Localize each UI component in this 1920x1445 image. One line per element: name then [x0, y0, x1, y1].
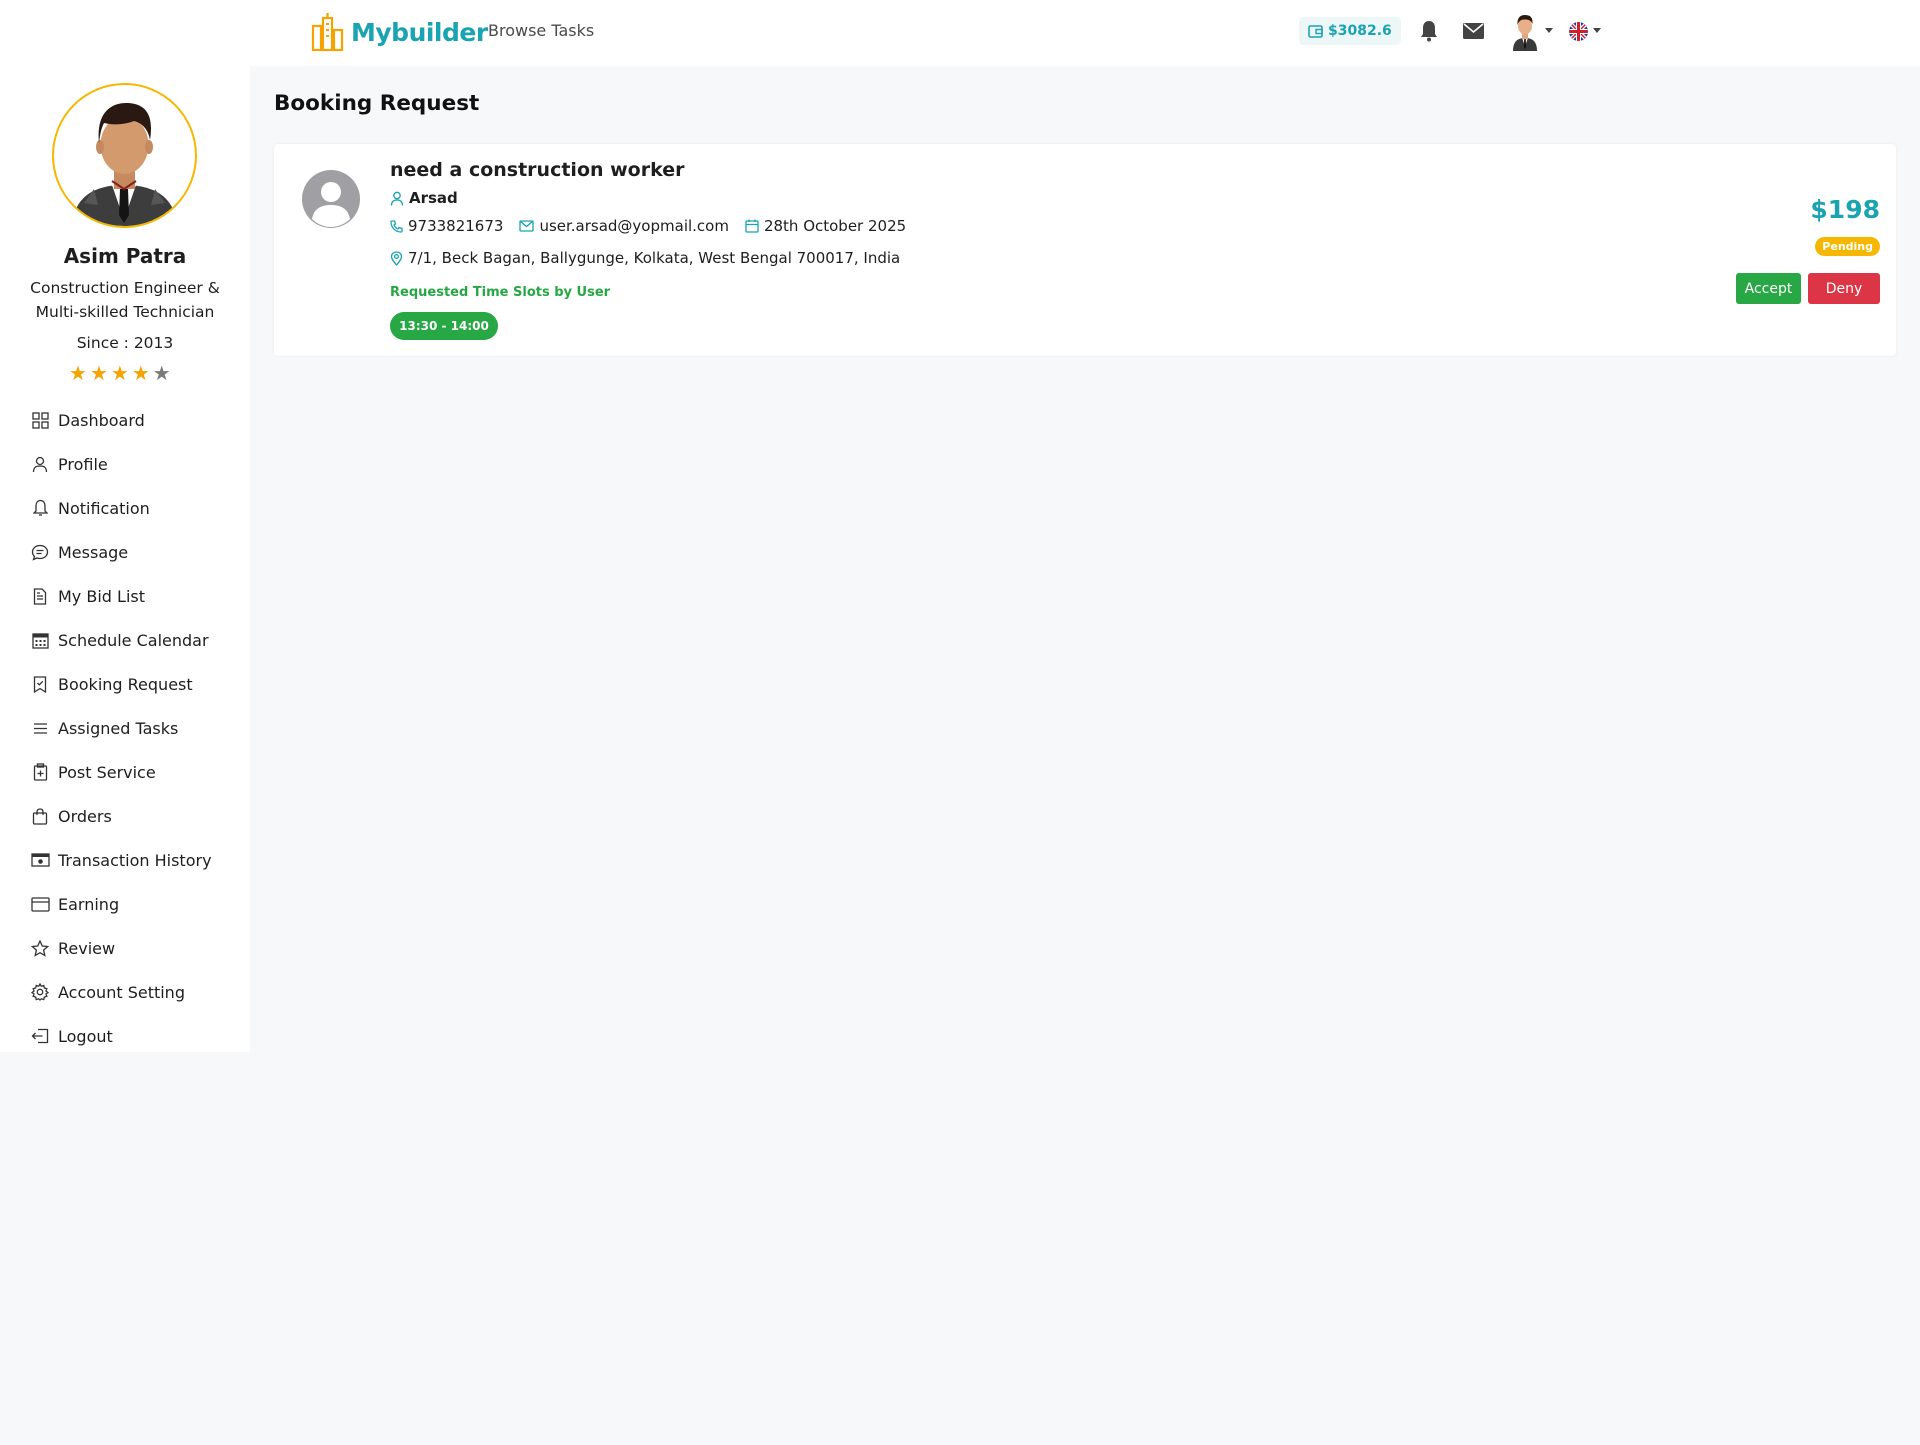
sidebar-item-assigned-tasks[interactable]: Assigned Tasks — [30, 706, 230, 750]
user-placeholder-avatar — [302, 170, 360, 228]
email-address: user.arsad@yopmail.com — [539, 217, 729, 235]
sidebar-item-label: Message — [58, 542, 129, 562]
chat-icon — [30, 542, 50, 562]
sidebar-item-label: Booking Request — [58, 674, 193, 694]
profile-title: Construction Engineer & Multi-skilled Te… — [30, 279, 220, 321]
sidebar-item-label: Notification — [58, 498, 150, 518]
sidebar-item-label: Dashboard — [58, 410, 145, 430]
deny-button[interactable]: Deny — [1808, 273, 1880, 304]
dashboard-icon — [30, 410, 50, 430]
wallet-icon — [1308, 24, 1323, 38]
accept-button[interactable]: Accept — [1736, 273, 1801, 304]
sidebar: Asim Patra Construction Engineer & Multi… — [0, 66, 250, 1052]
wallet-balance: $3082.6 — [1328, 23, 1392, 39]
sidebar-item-label: Schedule Calendar — [58, 630, 209, 650]
sidebar-item-label: Review — [58, 938, 116, 958]
contact-row: 9733821673 user.arsad@yopmail.com 28th O… — [390, 217, 906, 235]
brand-name: Mybuilder — [351, 17, 488, 47]
rating-star-icon: ★ — [131, 361, 150, 385]
sidebar-menu: Dashboard Profile Notification Message M… — [30, 398, 230, 1058]
rating-star-icon: ★ — [110, 361, 129, 385]
sidebar-item-earning[interactable]: Earning — [30, 882, 230, 926]
calendar-icon — [745, 219, 759, 233]
sidebar-item-label: Assigned Tasks — [58, 718, 179, 738]
sidebar-item-orders[interactable]: Orders — [30, 794, 230, 838]
job-title: need a construction worker — [390, 159, 685, 181]
logout-icon — [30, 1026, 50, 1046]
sidebar-item-label: Logout — [58, 1026, 113, 1046]
address-row: 7/1, Beck Bagan, Ballygunge, Kolkata, We… — [390, 249, 900, 267]
star-icon — [30, 938, 50, 958]
top-navbar: Mybuilder Browse Tasks $3082.6 — [0, 0, 1920, 66]
time-slot-pill: 13:30 - 14:00 — [390, 312, 498, 340]
phone-number: 9733821673 — [408, 217, 504, 235]
bookmark-icon — [30, 674, 50, 694]
sidebar-item-dashboard[interactable]: Dashboard — [30, 398, 230, 442]
sidebar-item-review[interactable]: Review — [30, 926, 230, 970]
card-icon — [30, 894, 50, 914]
bag-icon — [30, 806, 50, 826]
phone-icon — [390, 219, 403, 233]
sidebar-item-account-setting[interactable]: Account Setting — [30, 970, 230, 1014]
user-icon — [30, 454, 50, 474]
rating-stars: ★ ★ ★ ★ ★ — [69, 363, 171, 383]
mail-icon — [519, 220, 535, 232]
brand-logo-link[interactable]: Mybuilder — [310, 11, 488, 53]
gear-icon — [30, 982, 50, 1002]
rating-star-icon: ★ — [152, 361, 171, 385]
sidebar-item-notification[interactable]: Notification — [30, 486, 230, 530]
list-icon — [30, 718, 50, 738]
booking-request-card: need a construction worker Arsad 9733821… — [274, 144, 1896, 356]
user-row: Arsad — [390, 189, 458, 207]
user-icon — [390, 191, 404, 206]
language-caret-icon[interactable] — [1593, 28, 1601, 33]
sidebar-item-label: Earning — [58, 894, 120, 914]
sidebar-item-logout[interactable]: Logout — [30, 1014, 230, 1058]
browse-tasks-link[interactable]: Browse Tasks — [488, 21, 594, 40]
profile-name: Asim Patra — [63, 244, 187, 268]
user-avatar[interactable] — [1509, 13, 1541, 51]
bell-icon[interactable] — [1420, 20, 1438, 42]
wallet-balance-button[interactable]: $3082.6 — [1299, 17, 1401, 45]
address: 7/1, Beck Bagan, Ballygunge, Kolkata, We… — [408, 249, 901, 267]
sidebar-item-post-service[interactable]: Post Service — [30, 750, 230, 794]
cash-icon — [30, 850, 50, 870]
sidebar-item-profile[interactable]: Profile — [30, 442, 230, 486]
user-menu-caret-icon[interactable] — [1545, 28, 1553, 33]
sidebar-item-my-bid-list[interactable]: My Bid List — [30, 574, 230, 618]
time-slots-label: Requested Time Slots by User — [390, 285, 611, 300]
building-logo-icon — [311, 13, 344, 52]
rating-star-icon: ★ — [89, 361, 108, 385]
booking-date: 28th October 2025 — [763, 217, 907, 235]
mail-icon[interactable] — [1463, 23, 1484, 39]
sidebar-item-label: Transaction History — [58, 850, 212, 870]
profile-since: Since : 2013 — [76, 334, 174, 352]
sidebar-item-label: Post Service — [58, 762, 156, 782]
sidebar-item-label: Profile — [58, 454, 108, 474]
location-pin-icon — [390, 250, 403, 266]
sidebar-item-transaction-history[interactable]: Transaction History — [30, 838, 230, 882]
sidebar-item-label: Orders — [58, 806, 112, 826]
sidebar-item-booking-request[interactable]: Booking Request — [30, 662, 230, 706]
sidebar-item-label: Account Setting — [58, 982, 185, 1002]
calendar-icon — [30, 630, 50, 650]
bell-icon — [30, 498, 50, 518]
page-title: Booking Request — [274, 91, 480, 116]
profile-photo — [52, 83, 197, 228]
rating-star-icon: ★ — [69, 361, 87, 385]
document-icon — [30, 586, 50, 606]
sidebar-item-schedule-calendar[interactable]: Schedule Calendar — [30, 618, 230, 662]
clipboard-plus-icon — [30, 762, 50, 782]
sidebar-item-label: My Bid List — [58, 586, 145, 606]
status-badge: Pending — [1815, 237, 1880, 256]
sidebar-item-message[interactable]: Message — [30, 530, 230, 574]
uk-flag-icon[interactable] — [1569, 22, 1588, 41]
requester-name: Arsad — [409, 189, 458, 207]
booking-price: $198 — [1810, 195, 1880, 224]
